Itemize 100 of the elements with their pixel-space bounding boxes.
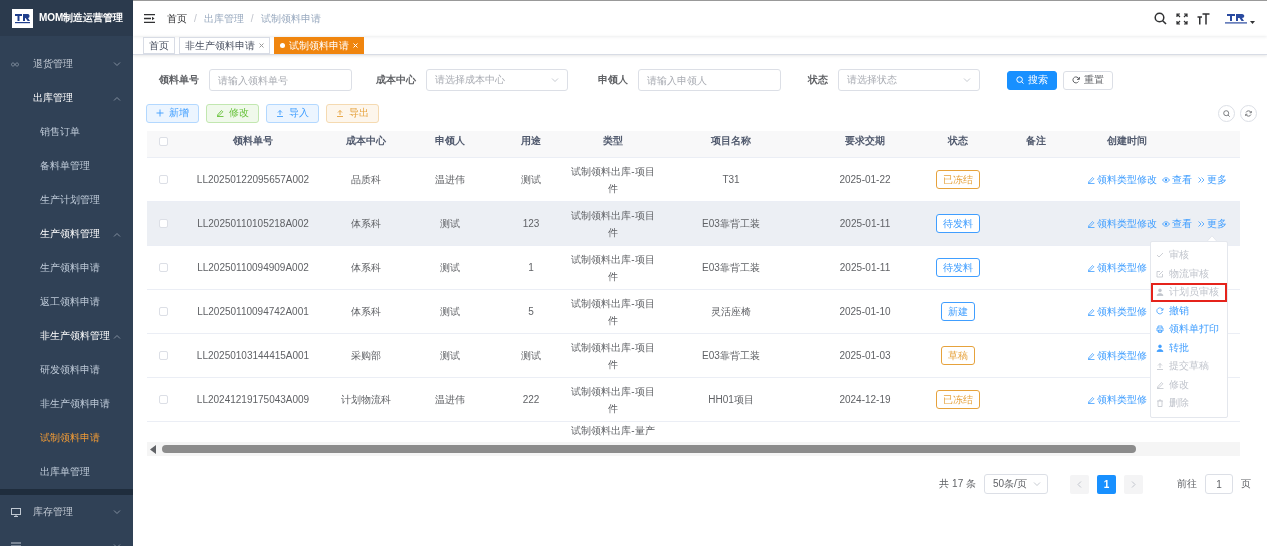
prev-page-button[interactable] [1070, 474, 1089, 494]
column-header[interactable]: 用途 [521, 134, 541, 148]
column-header[interactable]: 成本中心 [346, 134, 386, 148]
page-input[interactable]: 1 [1205, 474, 1233, 494]
app-title: MOM制造运营管理 [39, 11, 124, 25]
status-tag: 已冻结 [936, 390, 980, 409]
status-tag: 新建 [941, 302, 975, 321]
checkbox[interactable] [158, 136, 168, 146]
sidebar-item[interactable]: 返工领料申请 [0, 285, 133, 319]
table-cell: HH01项目 [708, 392, 754, 407]
checkbox[interactable] [158, 219, 168, 228]
table-cell: 2025-01-22 [839, 174, 891, 185]
table-cell: 5 [528, 306, 534, 317]
scroll-left-icon[interactable] [150, 444, 156, 454]
menu-icon[interactable] [144, 14, 155, 23]
table-cell: 测试 [521, 172, 541, 187]
table-cell: E03靠背工装 [702, 260, 760, 275]
field-label: 领料单号 [158, 73, 200, 87]
caret-icon[interactable] [1250, 20, 1255, 24]
breadcrumb-item[interactable]: 首页 [167, 11, 187, 26]
sidebar-item[interactable]: 出库单管理 [0, 455, 133, 489]
page-size-select[interactable]: 50条/页 [984, 474, 1048, 494]
table-cell: 2025-01-11 [839, 218, 891, 229]
table-cell: 测试 [440, 216, 460, 231]
sidebar-item[interactable]: 生产领料申请 [0, 251, 133, 285]
sidebar-item[interactable]: 生产领料管理 [0, 217, 133, 251]
pencil-icon [1087, 307, 1095, 316]
reset-button[interactable]: 重置 [1063, 70, 1113, 90]
sidebar-item[interactable]: 出库管理 [0, 81, 133, 115]
table-cell-text: 试制领料出库-项目件 [570, 252, 656, 284]
sidebar-item[interactable]: 退货管理 [0, 47, 133, 81]
refresh-icon [1156, 306, 1164, 315]
field-label: 申领人 [597, 73, 629, 87]
checkbox[interactable] [158, 263, 168, 272]
upload-icon [336, 109, 344, 117]
refresh-icon [1072, 76, 1080, 84]
status-tag: 已冻结 [936, 170, 980, 189]
eye-icon [1162, 175, 1170, 184]
pencil-icon [1087, 395, 1095, 404]
eye-icon [1162, 219, 1170, 228]
column-header[interactable]: 申领人 [435, 134, 465, 148]
sidebar-item[interactable]: 研发领料申请 [0, 353, 133, 387]
column-header[interactable]: 要求交期 [845, 134, 885, 148]
table-cell: 2025-01-03 [839, 350, 891, 361]
table-cell: 2025-01-10 [839, 306, 891, 317]
column-header[interactable]: 备注 [1026, 134, 1046, 148]
table-cell: 123 [522, 218, 540, 229]
sidebar-item[interactable]: 备料单管理 [0, 149, 133, 183]
table-row[interactable]: LL20250110105218A002 体系科 测试 123 试制领料出库-项目件 E03靠背工装 2025-01-11 待发料 领料类型修改 查看 更多 [147, 202, 1240, 246]
table-cell: 品质科 [351, 172, 381, 187]
scrollbar-thumb[interactable] [162, 445, 1136, 453]
page-tab[interactable]: 非生产领料申请 [179, 37, 270, 54]
table-cell-text: 试制领料出库-项目件 [570, 384, 656, 416]
avatar-logo-icon[interactable] [1225, 13, 1247, 24]
table-cell: LL20250110094742A001 [197, 306, 309, 317]
chevron-left-icon [1077, 480, 1082, 488]
loop-icon [11, 61, 19, 67]
sidebar-item[interactable]: 试制领料申请 [0, 421, 133, 455]
fullscreen-icon[interactable] [1176, 12, 1188, 25]
table-cell: 温进伟 [435, 392, 465, 407]
check-icon [1156, 251, 1164, 260]
double-chevron-icon [1197, 175, 1205, 184]
printer-icon [1156, 325, 1164, 334]
pencil-icon [1087, 219, 1095, 228]
search-icon[interactable] [1154, 12, 1167, 25]
input-field[interactable]: 请输入申领人 [638, 69, 781, 91]
column-header[interactable]: 类型 [603, 134, 623, 148]
breadcrumb-separator: / [194, 13, 197, 24]
page-tab[interactable]: 首页 [143, 37, 175, 54]
breadcrumb-separator: / [250, 13, 254, 24]
table-cell-text: 试制领料出库-项目件 [570, 208, 656, 240]
page-unit: 页 [1241, 477, 1251, 491]
font-size-icon[interactable] [1197, 12, 1210, 25]
column-header[interactable]: 状态 [948, 134, 968, 148]
sidebar-item[interactable]: 非生产领料申请 [0, 387, 133, 421]
column-header[interactable]: 项目名称 [711, 134, 751, 148]
double-chevron-icon [1197, 219, 1205, 228]
close-icon [353, 43, 358, 48]
input-field[interactable]: 请输入领料单号 [209, 69, 352, 91]
chevron-icon [113, 61, 121, 67]
sidebar-item[interactable]: 生产计划管理 [0, 183, 133, 217]
chevron-icon [113, 231, 121, 237]
table-cell: 2025-01-11 [839, 262, 891, 273]
checkbox[interactable] [158, 175, 168, 184]
pencil-icon [1156, 380, 1164, 389]
checkbox[interactable] [158, 307, 168, 316]
sidebar-item[interactable]: 库存管理 [0, 495, 133, 529]
column-header[interactable]: 创建时间 [1107, 134, 1147, 148]
table-cell: 体系科 [351, 260, 381, 275]
next-page-button[interactable] [1124, 474, 1143, 494]
chevron-icon [1033, 481, 1041, 487]
table-cell: LL20250110105218A002 [197, 218, 309, 229]
pencil-icon [1087, 351, 1095, 360]
checkbox[interactable] [158, 351, 168, 360]
sidebar-item[interactable]: 非生产领料管理 [0, 319, 133, 353]
checkbox[interactable] [158, 395, 168, 404]
chevron-icon [113, 95, 121, 101]
column-header[interactable]: 领料单号 [233, 134, 273, 148]
sidebar-item[interactable]: 销售订单 [0, 115, 133, 149]
jump-label: 前往 [1177, 477, 1197, 491]
